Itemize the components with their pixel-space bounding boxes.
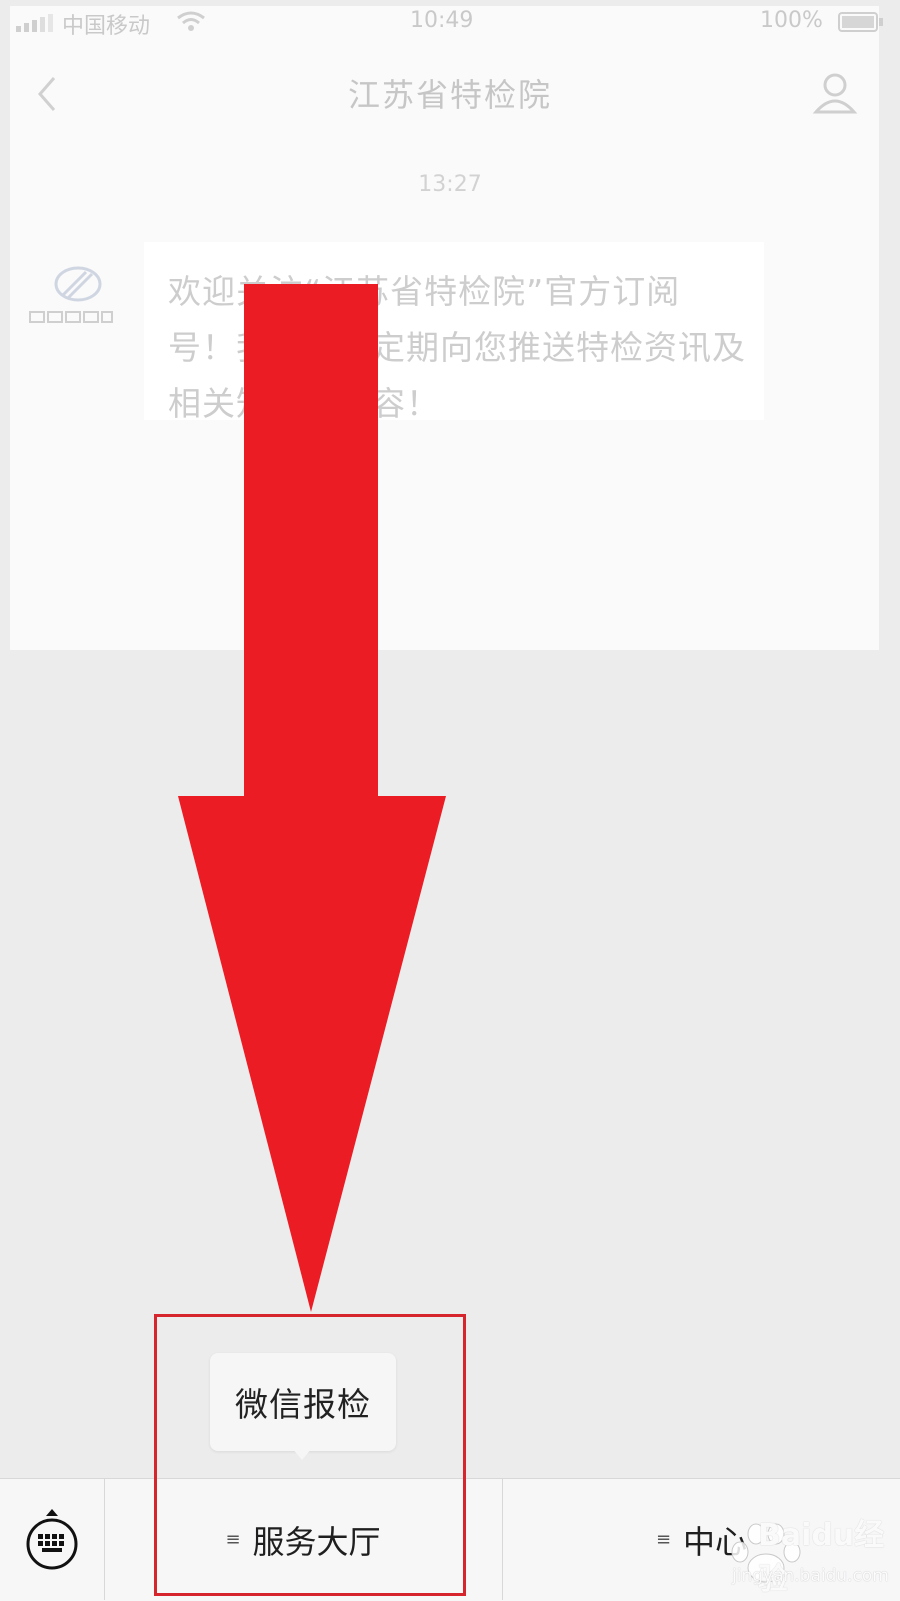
arrow-head xyxy=(178,796,446,1312)
account-avatar-logo-icon[interactable] xyxy=(26,262,116,338)
arrow-shaft xyxy=(244,284,378,798)
status-bar: 中国移动 10:49 100% xyxy=(0,0,900,44)
carrier-label: 中国移动 xyxy=(62,14,151,39)
keyboard-icon[interactable] xyxy=(24,1506,80,1570)
profile-icon[interactable] xyxy=(812,72,858,114)
clock-label: 10:49 xyxy=(410,8,474,33)
battery-icon xyxy=(838,12,883,32)
watermark-url: jingyan.baidu.com xyxy=(732,1566,889,1586)
signal-icon xyxy=(16,14,53,32)
message-timestamp: 13:27 xyxy=(418,172,482,197)
red-highlight-box xyxy=(154,1314,466,1596)
red-arrow-annotation xyxy=(178,284,446,1312)
battery-percent: 100% xyxy=(760,8,823,33)
wifi-icon xyxy=(177,11,205,31)
page-title: 江苏省特检院 xyxy=(347,76,552,114)
submenu-lines-icon: ≡ xyxy=(655,1529,672,1550)
